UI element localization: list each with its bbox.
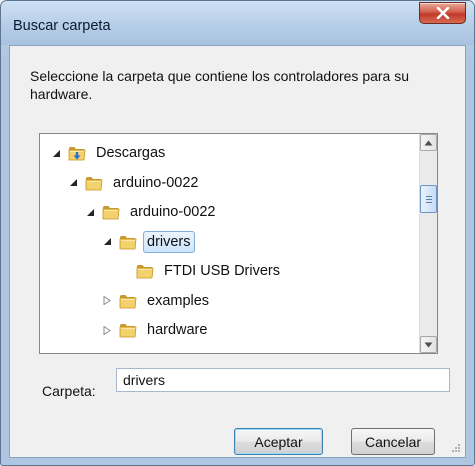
tree-node[interactable]: drivers <box>101 229 195 255</box>
window-title: Buscar carpeta <box>13 18 111 34</box>
tree-node-label: arduino-0022 <box>130 204 216 220</box>
tree-expander[interactable] <box>84 206 96 218</box>
tree-node-label: FTDI USB Drivers <box>164 263 280 279</box>
downloads-folder-icon <box>68 147 86 161</box>
expand-arrow-icon <box>103 238 111 245</box>
tree-node-label: arduino-0022 <box>113 174 199 191</box>
vertical-scrollbar[interactable] <box>419 134 437 353</box>
tree-node-label: examples <box>147 292 210 309</box>
scroll-up-button[interactable] <box>420 134 437 151</box>
dialog-body: Seleccione la carpeta que contiene los c… <box>9 45 466 458</box>
tree-node[interactable]: hardware <box>101 317 211 343</box>
folder-field-label: Carpeta: <box>42 383 96 399</box>
arrow-down-icon <box>424 342 433 347</box>
close-button[interactable] <box>419 2 466 24</box>
folder-name-input[interactable] <box>116 368 450 392</box>
folder-icon <box>119 324 137 338</box>
tree-node-label: hardware <box>147 322 208 338</box>
expand-arrow-icon <box>52 149 60 157</box>
scroll-down-button[interactable] <box>420 336 437 353</box>
tree-node[interactable]: arduino-0022 <box>67 170 202 196</box>
collapse-arrow-icon <box>103 325 111 335</box>
folder-icon <box>85 176 103 190</box>
expand-arrow-icon <box>69 179 77 186</box>
arrow-up-icon <box>424 140 433 145</box>
tree-expander[interactable] <box>101 324 113 336</box>
folder-icon <box>136 265 154 279</box>
tree-expander[interactable] <box>67 177 79 189</box>
folder-icon <box>102 206 120 220</box>
tree-expander[interactable] <box>50 147 62 159</box>
tree-node-label: Descargas <box>96 145 166 161</box>
tree-expander[interactable] <box>101 295 113 307</box>
dialog-window: Buscar carpeta Seleccione la carpeta que… <box>0 0 475 466</box>
collapse-arrow-icon <box>103 296 111 305</box>
accept-button[interactable]: Aceptar <box>234 428 323 455</box>
cancel-button[interactable]: Cancelar <box>351 428 435 455</box>
expand-arrow-icon <box>86 208 94 216</box>
tree-node[interactable]: examples <box>101 288 213 314</box>
tree-node[interactable]: Descargas <box>50 140 169 166</box>
resize-grip-icon[interactable] <box>451 443 461 453</box>
folder-icon <box>119 294 137 308</box>
tree-expander <box>118 265 130 277</box>
instruction-text: Seleccione la carpeta que contiene los c… <box>30 68 410 102</box>
scroll-thumb[interactable] <box>420 185 437 213</box>
tree-node[interactable]: FTDI USB Drivers <box>118 258 284 284</box>
folder-tree[interactable]: Descargas arduino-0022 arduino-0022 drivers… <box>39 133 438 354</box>
folder-icon <box>119 235 137 249</box>
close-icon <box>436 7 449 19</box>
tree-node[interactable]: arduino-0022 <box>84 199 219 225</box>
tree-node-label: drivers <box>143 230 195 253</box>
title-bar[interactable]: Buscar carpeta <box>1 1 474 45</box>
tree-expander[interactable] <box>101 236 113 248</box>
